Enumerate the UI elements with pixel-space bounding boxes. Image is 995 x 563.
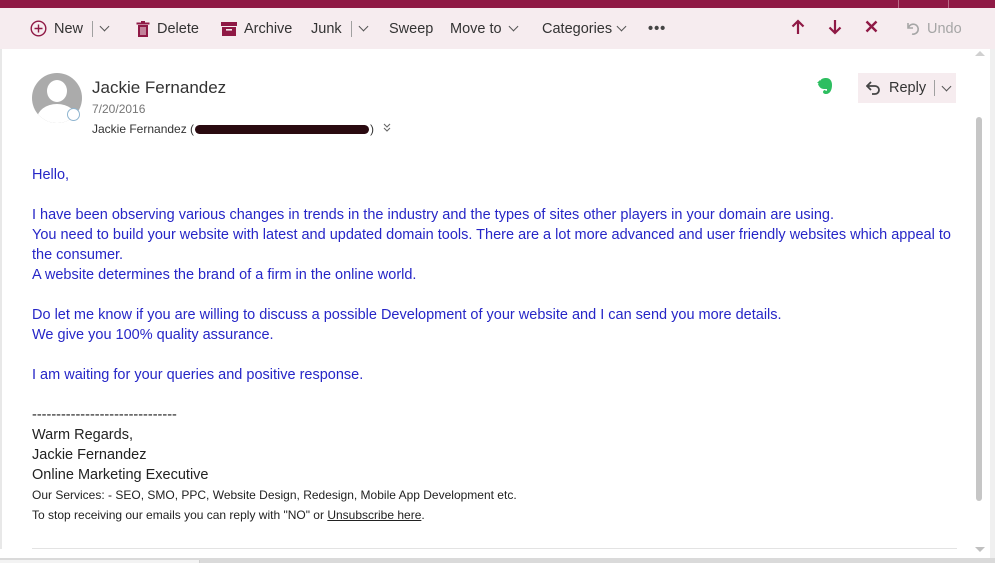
new-label: New	[54, 20, 84, 37]
new-button[interactable]: New	[30, 8, 110, 49]
sender-name[interactable]: Jackie Fernandez	[92, 78, 226, 98]
avatar-head-shape	[47, 80, 67, 102]
from-suffix: )	[370, 122, 375, 136]
close-icon	[865, 20, 878, 37]
body-line: I am waiting for your queries and positi…	[32, 367, 364, 383]
reply-icon	[866, 81, 881, 95]
chevron-down-icon[interactable]	[99, 21, 110, 32]
unsubscribe-suffix: .	[421, 508, 425, 522]
split-divider	[934, 80, 936, 96]
plus-circle-icon	[30, 20, 47, 37]
reply-button[interactable]: Reply	[858, 73, 956, 103]
scroll-down-arrow-icon[interactable]	[975, 547, 985, 552]
scrollbar-thumb[interactable]	[976, 117, 982, 501]
undo-button[interactable]: Undo	[905, 8, 962, 49]
more-actions-button[interactable]: •••	[648, 8, 666, 49]
sent-date: 7/20/2016	[92, 102, 146, 116]
close-message-button[interactable]	[865, 8, 878, 49]
bottom-bar	[0, 558, 995, 563]
more-icon: •••	[648, 20, 667, 37]
redacted-email-address	[195, 124, 370, 134]
signature-services: Our Services: - SEO, SMO, PPC, Website D…	[32, 488, 517, 502]
evernote-addin-icon[interactable]	[817, 78, 833, 96]
signature-separator: ------------------------------	[32, 407, 177, 423]
archive-label: Archive	[244, 20, 293, 37]
reply-label: Reply	[889, 80, 927, 96]
scroll-up-arrow-icon[interactable]	[975, 51, 985, 56]
sweep-button[interactable]: Sweep	[389, 8, 433, 49]
previous-message-button[interactable]	[791, 8, 805, 49]
split-divider	[92, 20, 94, 37]
chevron-down-icon[interactable]	[941, 81, 952, 91]
message-toolbar: New Delete Archive Junk Sweep Move to Ca…	[0, 8, 995, 49]
message-body: Hello, I have been observing various cha…	[32, 165, 952, 525]
signature-closing: Warm Regards,	[32, 427, 133, 443]
from-address-line: Jackie Fernandez ( )	[92, 122, 391, 136]
unsubscribe-prefix: To stop receiving our emails you can rep…	[32, 508, 328, 522]
message-divider	[32, 548, 957, 549]
body-line: I have been observing various changes in…	[32, 207, 834, 223]
unsubscribe-link[interactable]: Unsubscribe here	[327, 508, 421, 522]
chevron-down-icon	[616, 21, 627, 32]
archive-button[interactable]: Archive	[221, 8, 292, 49]
signature-name: Jackie Fernandez	[32, 447, 147, 463]
arrow-down-icon	[828, 19, 842, 39]
body-line: You need to build your website with late…	[32, 227, 951, 263]
categories-label: Categories	[542, 20, 613, 37]
move-to-button[interactable]: Move to	[450, 8, 519, 49]
body-line: A website determines the brand of a firm…	[32, 267, 417, 283]
expand-recipients-icon[interactable]	[383, 123, 391, 136]
move-to-label: Move to	[450, 20, 502, 37]
junk-button[interactable]: Junk	[311, 8, 369, 49]
reading-pane: Jackie Fernandez 7/20/2016 Jackie Fernan…	[2, 49, 972, 549]
body-line: We give you 100% quality assurance.	[32, 327, 274, 343]
app-header-bar	[0, 0, 995, 8]
next-message-button[interactable]	[828, 8, 842, 49]
body-line: Do let me know if you are willing to dis…	[32, 307, 782, 323]
greeting: Hello,	[32, 167, 70, 183]
presence-indicator	[67, 108, 80, 121]
undo-label: Undo	[927, 20, 962, 37]
trash-icon	[136, 20, 150, 37]
delete-label: Delete	[157, 20, 199, 37]
arrow-up-icon	[791, 18, 805, 39]
chevron-down-icon[interactable]	[358, 21, 369, 32]
split-divider	[350, 20, 352, 37]
junk-label: Junk	[311, 20, 342, 37]
undo-icon	[905, 21, 920, 36]
signature-title: Online Marketing Executive	[32, 467, 209, 483]
signature: ------------------------------ Warm Rega…	[32, 405, 952, 525]
categories-button[interactable]: Categories	[542, 8, 627, 49]
header-divider	[948, 0, 949, 8]
chevron-down-icon	[508, 21, 519, 32]
sweep-label: Sweep	[389, 20, 434, 37]
archive-box-icon	[221, 21, 237, 36]
unsubscribe-line: To stop receiving our emails you can rep…	[32, 505, 952, 525]
header-divider	[898, 0, 899, 8]
from-name[interactable]: Jackie Fernandez (	[92, 122, 194, 136]
delete-button[interactable]: Delete	[136, 8, 199, 49]
